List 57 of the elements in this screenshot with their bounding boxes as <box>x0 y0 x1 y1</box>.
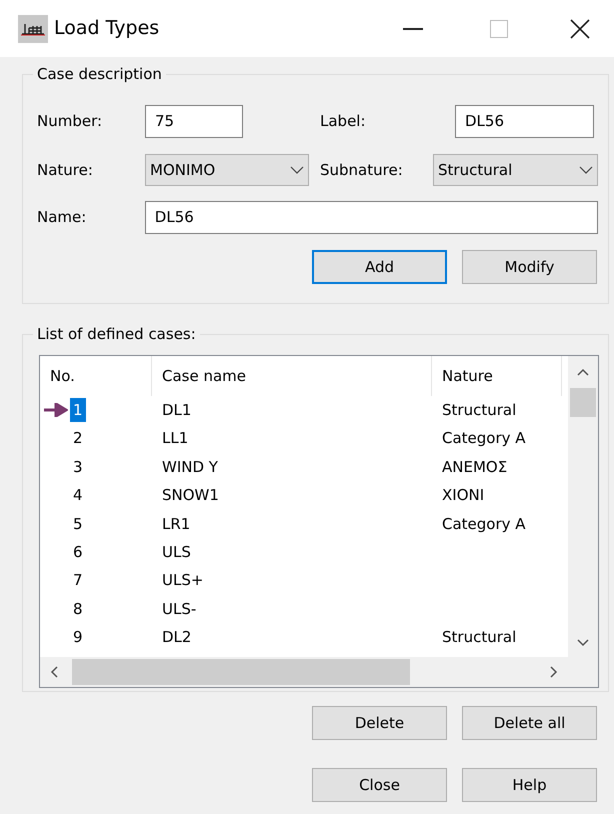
table-cell-text: ULS <box>161 542 192 563</box>
table-cell-text: WIND Y <box>161 456 219 478</box>
horizontal-scrollbar[interactable] <box>40 657 568 687</box>
table-cell-text: ULS- <box>161 598 198 620</box>
name-field[interactable]: DL56 <box>144 201 598 234</box>
app-icon <box>18 14 48 42</box>
table-cell-text: Category A <box>441 428 527 450</box>
column-header[interactable]: Nature <box>432 356 562 396</box>
table-cell-text: ΧΙΟΝΙ <box>441 485 486 506</box>
table-cell-text: Category A <box>441 514 527 534</box>
row-number[interactable]: 1 <box>70 398 86 422</box>
chevron-icon <box>290 166 304 174</box>
column-header[interactable]: No. <box>40 356 152 396</box>
field-label: Subnature: <box>320 160 404 181</box>
table-cell-text: Structural <box>441 400 518 421</box>
row-number[interactable]: 5 <box>70 512 86 536</box>
label-field[interactable]: DL56 <box>455 105 594 138</box>
dialog-button[interactable]: Delete <box>312 706 447 740</box>
window-title: Load Types <box>54 16 160 42</box>
dialog-button[interactable]: Modify <box>462 250 597 284</box>
row-number[interactable]: 7 <box>70 568 86 593</box>
table-cell-text: DL1 <box>161 400 192 421</box>
row-number[interactable]: 8 <box>70 596 86 622</box>
scroll-thumb[interactable] <box>72 659 410 685</box>
table-cell-text: SNOW1 <box>161 485 220 506</box>
subnature-dropdown[interactable]: Structural <box>433 154 598 186</box>
group-title: Case description <box>33 65 166 83</box>
scroll-up-icon[interactable] <box>577 368 589 376</box>
dialog-button[interactable]: Add <box>312 250 447 284</box>
table-cell-text: ΑΝΕΜΟΣ <box>441 456 508 478</box>
field-label: Number: <box>37 111 104 132</box>
column-header[interactable]: Case name <box>152 356 432 396</box>
chevron-icon <box>579 166 593 174</box>
nature-dropdown[interactable]: MONIMO <box>145 154 309 186</box>
table-cell-text: DL2 <box>161 627 192 648</box>
row-number[interactable]: 9 <box>70 625 86 650</box>
row-number[interactable]: 2 <box>70 426 86 451</box>
field-label: Label: <box>320 111 367 132</box>
number-field[interactable]: 75 <box>145 105 243 138</box>
row-number[interactable]: 4 <box>70 483 86 508</box>
scroll-left-icon[interactable] <box>50 666 58 678</box>
scroll-thumb[interactable] <box>570 388 596 417</box>
arrow-icon <box>44 403 68 418</box>
field-label: Name: <box>37 207 88 228</box>
vertical-scrollbar[interactable] <box>568 356 598 687</box>
scroll-right-icon[interactable] <box>550 666 558 678</box>
field-label: Nature: <box>37 160 94 181</box>
table-cell-text: LL1 <box>161 428 190 450</box>
table-cell-text: ULS+ <box>161 570 204 592</box>
scroll-down-icon[interactable] <box>577 639 589 647</box>
dialog-button[interactable]: Delete all <box>462 706 597 740</box>
table-cell-text: Structural <box>441 627 518 648</box>
table-cell-text: LR1 <box>161 514 192 534</box>
row-number[interactable]: 3 <box>70 454 86 480</box>
dialog-button[interactable]: Close <box>312 768 447 802</box>
dialog-button[interactable]: Help <box>462 768 597 802</box>
row-number[interactable]: 6 <box>70 540 86 564</box>
